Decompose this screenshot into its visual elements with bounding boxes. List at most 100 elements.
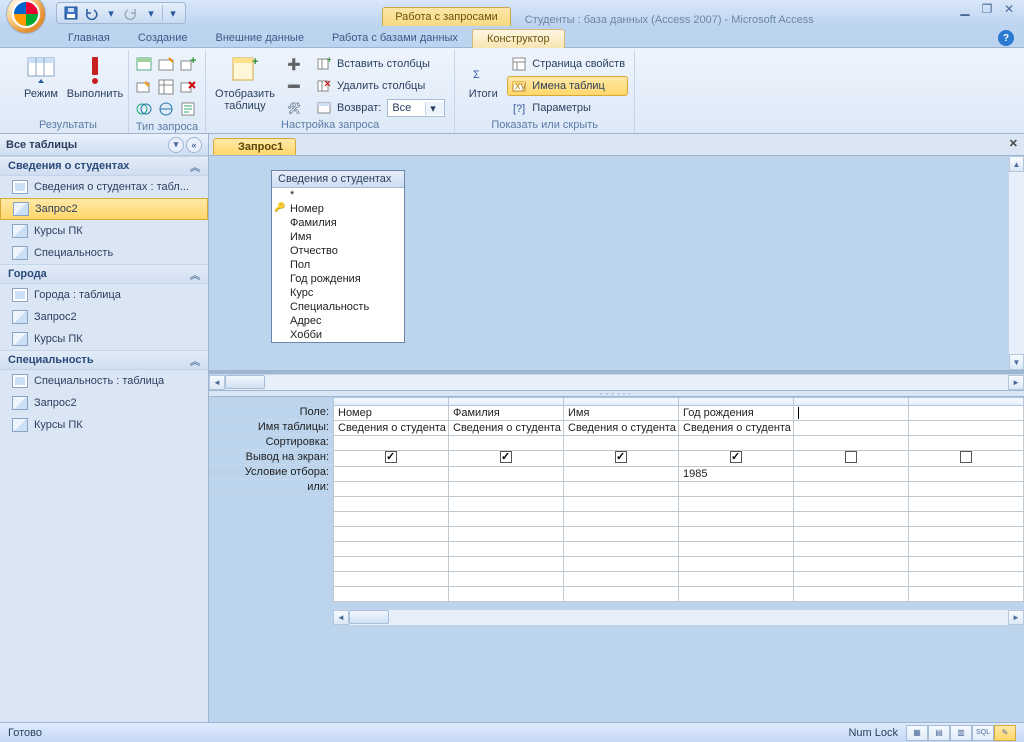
grid-cell[interactable] (449, 572, 564, 587)
grid-cell[interactable] (334, 467, 449, 482)
vertical-scrollbar[interactable]: ▲▼ (1008, 156, 1024, 370)
grid-cell[interactable] (564, 482, 679, 497)
grid-cell[interactable] (564, 557, 679, 572)
tab-db-tools[interactable]: Работа с базами данных (318, 29, 472, 47)
totals-button[interactable]: Σ Итоги (461, 52, 505, 102)
grid-cell[interactable]: Номер (334, 406, 449, 421)
grid-cell[interactable] (334, 587, 449, 602)
object-close-icon[interactable]: ✕ (1009, 137, 1018, 150)
nav-group-students[interactable]: Сведения о студентах︽ (0, 156, 208, 176)
grid-cell[interactable] (909, 467, 1024, 482)
nav-item-query2[interactable]: Запрос2 (0, 198, 208, 220)
grid-cell[interactable] (909, 542, 1024, 557)
redo-icon[interactable] (122, 5, 140, 21)
tab-home[interactable]: Главная (54, 29, 124, 47)
grid-cell[interactable] (794, 497, 909, 512)
nav-item-cities-table[interactable]: Города : таблица (0, 284, 208, 306)
grid-cell[interactable] (794, 527, 909, 542)
grid-cell[interactable] (909, 421, 1024, 436)
pane-splitter[interactable] (209, 390, 1024, 397)
field-item[interactable]: Отчество (272, 244, 404, 258)
close-icon[interactable]: ✕ (1000, 2, 1018, 16)
grid-cell-checkbox[interactable] (794, 451, 909, 467)
grid-cell[interactable] (449, 587, 564, 602)
grid-cell[interactable] (334, 527, 449, 542)
grid-cell[interactable] (909, 587, 1024, 602)
view-pivot-icon[interactable]: ▤ (928, 725, 950, 741)
grid-cell[interactable] (794, 421, 909, 436)
grid-cell[interactable] (449, 527, 564, 542)
grid-cell[interactable] (679, 497, 794, 512)
nav-item-courses-c[interactable]: Курсы ПК (0, 414, 208, 436)
grid-cell[interactable] (679, 557, 794, 572)
view-sql-icon[interactable]: SQL (972, 725, 994, 741)
grid-cell[interactable] (909, 482, 1024, 497)
grid-cell[interactable]: Сведения о студента (449, 421, 564, 436)
grid-cell[interactable] (449, 542, 564, 557)
append-icon[interactable]: + (179, 56, 197, 74)
grid-cell[interactable] (679, 572, 794, 587)
tab-design[interactable]: Конструктор (472, 29, 565, 48)
table-fieldlist[interactable]: Сведения о студентах * Номер Фамилия Имя… (271, 170, 405, 343)
run-button[interactable]: Выполнить (68, 52, 122, 102)
scroll-left-icon[interactable]: ◄ (209, 375, 225, 390)
grid-cell[interactable] (334, 542, 449, 557)
scroll-right-icon[interactable]: ► (1008, 375, 1024, 390)
nav-group-cities[interactable]: Города︽ (0, 264, 208, 284)
return-combo[interactable]: Все▾ (387, 99, 445, 117)
restore-icon[interactable]: ❐ (978, 2, 996, 16)
grid-cell[interactable] (334, 436, 449, 451)
scroll-right-icon[interactable]: ► (1008, 610, 1024, 625)
builder-button[interactable]: 🛠 (282, 98, 306, 118)
grid-cell[interactable] (564, 436, 679, 451)
object-tab-query1[interactable]: Запрос1 (213, 138, 296, 155)
grid-cell[interactable]: Сведения о студента (334, 421, 449, 436)
field-item[interactable]: Фамилия (272, 216, 404, 230)
nav-header[interactable]: Все таблицы ▾ « (0, 134, 208, 156)
field-item[interactable]: * (272, 188, 404, 202)
grid-cell[interactable] (449, 557, 564, 572)
grid-cell[interactable]: 1985 (679, 467, 794, 482)
field-item[interactable]: Специальность (272, 300, 404, 314)
grid-cell-active[interactable] (794, 406, 909, 421)
grid-cell[interactable] (794, 482, 909, 497)
undo-icon[interactable] (82, 5, 100, 21)
grid-cell-checkbox[interactable] (564, 451, 679, 467)
grid-cell[interactable] (564, 497, 679, 512)
passthrough-icon[interactable] (157, 100, 175, 118)
field-item[interactable]: Пол (272, 258, 404, 272)
redo-dropdown-icon[interactable]: ▾ (142, 5, 160, 21)
grid-cell[interactable] (909, 497, 1024, 512)
grid-cell[interactable] (794, 436, 909, 451)
grid-cell[interactable]: Фамилия (449, 406, 564, 421)
grid-cell[interactable] (909, 406, 1024, 421)
field-item[interactable]: Год рождения (272, 272, 404, 286)
grid-cell[interactable] (794, 542, 909, 557)
grid-cell[interactable] (334, 572, 449, 587)
nav-item-specialty[interactable]: Специальность (0, 242, 208, 264)
nav-group-specialty[interactable]: Специальность︽ (0, 350, 208, 370)
grid-cell[interactable] (909, 572, 1024, 587)
view-design-icon[interactable]: ✎ (994, 725, 1016, 741)
grid-cell[interactable] (564, 527, 679, 542)
insert-cols-button[interactable]: +Вставить столбцы (312, 54, 448, 74)
grid-cell[interactable] (449, 482, 564, 497)
help-icon[interactable]: ? (998, 30, 1014, 46)
parameters-button[interactable]: [?]Параметры (507, 98, 628, 118)
grid-cell[interactable]: Сведения о студента (564, 421, 679, 436)
nav-collapse-icon[interactable]: « (186, 137, 202, 153)
view-datasheet-icon[interactable]: ▦ (906, 725, 928, 741)
grid-cell[interactable] (909, 436, 1024, 451)
grid-cell[interactable] (679, 542, 794, 557)
table-names-button[interactable]: xyzИмена таблиц (507, 76, 628, 96)
grid-cell[interactable] (909, 527, 1024, 542)
union-icon[interactable] (135, 100, 153, 118)
insert-rows-button[interactable]: ➕ (282, 54, 306, 74)
nav-menu-icon[interactable]: ▾ (168, 137, 184, 153)
grid-cell[interactable] (564, 572, 679, 587)
view-button[interactable]: Режим (14, 52, 68, 102)
field-item[interactable]: Имя (272, 230, 404, 244)
grid-cell[interactable] (334, 482, 449, 497)
grid-cell[interactable] (909, 512, 1024, 527)
undo-dropdown-icon[interactable]: ▾ (102, 5, 120, 21)
